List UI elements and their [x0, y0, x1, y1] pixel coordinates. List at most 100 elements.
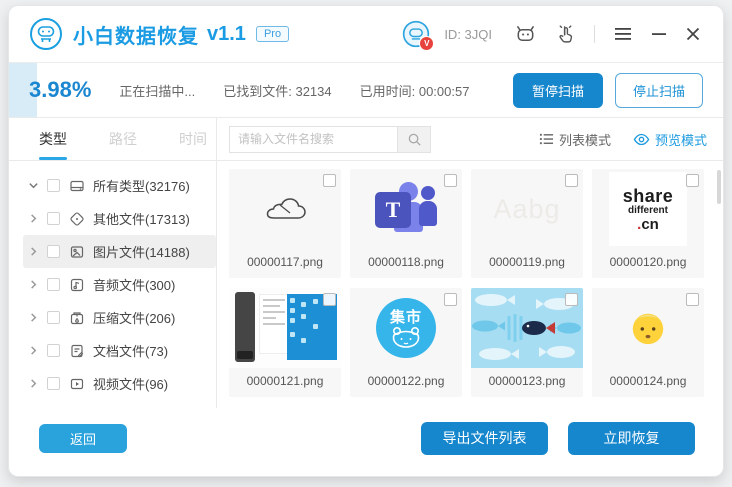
tree-item-other-files[interactable]: 其他文件(17313) — [23, 202, 216, 235]
share-logo-line1: share — [622, 185, 674, 206]
share-logo-line3: cn — [641, 215, 659, 233]
search-icon — [408, 133, 421, 146]
preview-mode-toggle[interactable]: 预览模式 — [633, 130, 707, 149]
search-button[interactable] — [397, 125, 431, 153]
preview-mode-label: 预览模式 — [654, 132, 707, 148]
tree-checkbox[interactable] — [47, 278, 60, 291]
audio-file-icon — [68, 276, 85, 293]
export-file-list-button[interactable]: 导出文件列表 — [421, 421, 548, 455]
left-panel: 类型 路径 时间 所有类型(32176) 其他文件(17313) 图片文件(14… — [9, 118, 217, 408]
scrollbar-thumb[interactable] — [717, 170, 721, 204]
tree-item-video-files[interactable]: 视频文件(96) — [23, 367, 216, 400]
chevron-right-icon[interactable] — [27, 279, 39, 291]
list-mode-toggle[interactable]: 列表模式 — [539, 130, 611, 149]
tree-item-document-files[interactable]: 文档文件(73) — [23, 334, 216, 367]
file-tile[interactable]: 00000121.png — [229, 288, 341, 397]
faint-preview-text: Aabg — [493, 193, 561, 224]
file-checkbox[interactable] — [323, 293, 336, 306]
tree-item-label: 文档文件(73) — [93, 344, 169, 359]
title-bar: 小白数据恢复 v1.1 Pro V ID: 3JQI — [9, 6, 723, 63]
cloud-icon — [266, 198, 306, 219]
tree-item-label: 压缩文件(206) — [93, 311, 176, 326]
file-tile[interactable]: share different .cn 00000120.png — [592, 169, 704, 278]
stop-scan-button[interactable]: 停止扫描 — [614, 72, 703, 108]
file-tile[interactable]: 00000117.png — [229, 169, 341, 278]
file-name: 00000120.png — [609, 255, 687, 269]
tree-item-label: 其他文件(17313) — [93, 212, 190, 227]
share-logo-line2: different — [628, 204, 668, 216]
vip-badge: V — [419, 36, 435, 51]
close-icon — [686, 27, 700, 41]
tree-checkbox[interactable] — [47, 377, 60, 390]
robot-assistant-button[interactable] — [512, 21, 539, 48]
click-tutorial-button[interactable] — [553, 21, 578, 47]
bear-face-icon — [392, 326, 420, 348]
file-tile[interactable]: Aabg 00000119.png — [471, 169, 583, 278]
file-checkbox[interactable] — [565, 174, 578, 187]
file-tile[interactable]: 00000124.png — [592, 288, 704, 397]
file-checkbox[interactable] — [444, 174, 457, 187]
file-checkbox[interactable] — [686, 293, 699, 306]
file-checkbox[interactable] — [686, 174, 699, 187]
list-mode-icon — [539, 133, 554, 145]
tree-checkbox[interactable] — [47, 212, 60, 225]
user-avatar[interactable]: V — [402, 20, 435, 51]
tab-bar: 类型 路径 时间 — [9, 118, 216, 161]
scan-status-bar: 3.98% 正在扫描中... 已找到文件: 32134 已用时间: 00:00:… — [9, 63, 723, 118]
file-name: 00000124.png — [609, 374, 687, 388]
hamburger-menu-icon — [615, 28, 631, 40]
tree-item-label: 音频文件(300) — [93, 278, 176, 293]
tab-path[interactable]: 路径 — [109, 118, 137, 160]
app-version: v1.1 — [207, 22, 246, 45]
document-file-icon — [68, 342, 85, 359]
tab-type[interactable]: 类型 — [39, 118, 67, 160]
user-id-label: ID: 3JQI — [444, 26, 492, 42]
tree-item-archive-files[interactable]: 压缩文件(206) — [23, 301, 216, 334]
tree-checkbox[interactable] — [47, 179, 60, 192]
close-button[interactable] — [683, 24, 703, 44]
other-file-icon — [68, 210, 85, 227]
teams-letter: T — [385, 197, 401, 222]
file-tile[interactable]: T 00000118.png — [350, 169, 462, 278]
file-browser-panel: 列表模式 预览模式 — [217, 118, 723, 408]
menu-button[interactable] — [611, 23, 635, 45]
pause-scan-button[interactable]: 暂停扫描 — [512, 72, 603, 108]
file-checkbox[interactable] — [323, 174, 336, 187]
chevron-down-icon[interactable] — [27, 180, 39, 192]
tree-item-audio-files[interactable]: 音频文件(300) — [23, 268, 216, 301]
file-name: 00000122.png — [367, 374, 445, 388]
tree-item-label: 所有类型(32176) — [93, 179, 190, 194]
hand-pointer-icon — [559, 25, 573, 43]
file-type-tree: 所有类型(32176) 其他文件(17313) 图片文件(14188) 音频文件… — [9, 161, 216, 400]
search-toolbar: 列表模式 预览模式 — [217, 118, 723, 161]
back-button[interactable]: 返回 — [39, 423, 127, 453]
tree-item-image-files[interactable]: 图片文件(14188) — [23, 235, 216, 268]
tree-item-all-types[interactable]: 所有类型(32176) — [23, 169, 216, 202]
tree-item-label: 视频文件(96) — [93, 377, 169, 392]
minimize-button[interactable] — [649, 24, 669, 44]
tree-checkbox[interactable] — [47, 344, 60, 357]
chevron-right-icon[interactable] — [27, 312, 39, 324]
archive-file-icon — [68, 309, 85, 326]
image-file-icon — [68, 243, 85, 260]
chevron-right-icon[interactable] — [27, 213, 39, 225]
file-grid: 00000117.png T 00000118.png Aabg 0000011… — [217, 161, 723, 397]
robot-icon — [517, 25, 534, 41]
file-checkbox[interactable] — [444, 293, 457, 306]
chevron-right-icon[interactable] — [27, 378, 39, 390]
tree-checkbox[interactable] — [47, 311, 60, 324]
file-name: 00000123.png — [488, 374, 566, 388]
pro-badge: Pro — [255, 26, 290, 42]
titlebar-divider — [594, 25, 595, 43]
tree-checkbox[interactable] — [47, 245, 60, 258]
file-tile[interactable]: 集市 00000122.png — [350, 288, 462, 397]
app-window: 小白数据恢复 v1.1 Pro V ID: 3JQI 3.98% 正在扫描中..… — [8, 5, 724, 477]
file-checkbox[interactable] — [565, 293, 578, 306]
recover-now-button[interactable]: 立即恢复 — [568, 421, 695, 455]
search-input[interactable] — [229, 125, 397, 153]
chevron-right-icon[interactable] — [27, 246, 39, 258]
file-tile[interactable]: 00000123.png — [471, 288, 583, 397]
tab-time[interactable]: 时间 — [179, 118, 207, 160]
child-emoji-icon — [632, 313, 664, 345]
chevron-right-icon[interactable] — [27, 345, 39, 357]
